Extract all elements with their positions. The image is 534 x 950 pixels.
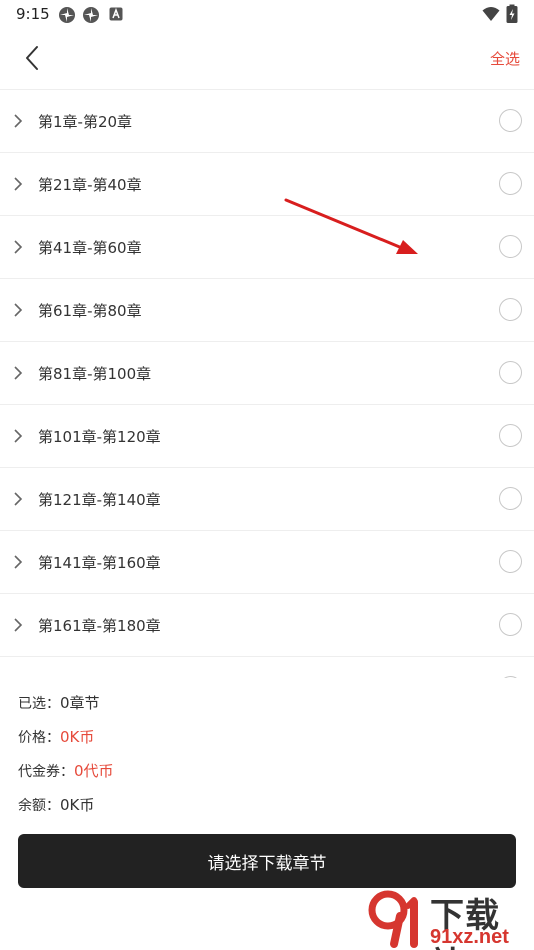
balance-value: 0K币 (60, 796, 95, 814)
chevron-right-icon (14, 177, 23, 191)
chapter-label: 第101章-第120章 (38, 428, 161, 446)
a-box-icon (109, 7, 123, 21)
price-value: 0K币 (60, 728, 95, 746)
chevron-left-icon (26, 46, 38, 70)
balance-label: 余额： (18, 798, 60, 814)
chapter-checkbox[interactable] (499, 172, 522, 195)
chapter-label: 第1章-第20章 (38, 113, 133, 131)
pinwheel-icon (59, 7, 75, 23)
price-label: 价格： (18, 730, 60, 746)
voucher-value: 0代币 (74, 762, 114, 780)
voucher-label: 代金券： (18, 764, 74, 780)
chapter-row[interactable]: 第41章-第60章 (0, 216, 534, 279)
price-line: 价格：0K币 (18, 726, 94, 747)
chapter-checkbox[interactable] (499, 235, 522, 258)
wifi-icon (482, 7, 500, 21)
chapter-label: 第81章-第100章 (38, 365, 152, 383)
chevron-right-icon (14, 618, 23, 632)
watermark-url: 91xz.net (430, 926, 509, 948)
chevron-right-icon (14, 303, 23, 317)
chapter-row[interactable]: 第21章-第40章 (0, 153, 534, 216)
back-button[interactable] (12, 40, 52, 76)
chapter-label: 第161章-第180章 (38, 617, 161, 635)
selected-count-value: 0章节 (60, 694, 100, 712)
selected-count-label: 已选： (18, 696, 60, 712)
chapter-row[interactable]: 第121章-第140章 (0, 468, 534, 531)
download-button[interactable]: 请选择下载章节 (18, 834, 516, 888)
battery-icon (506, 4, 518, 23)
chapter-label: 第121章-第140章 (38, 491, 161, 509)
chapter-label: 第41章-第60章 (38, 239, 142, 257)
chapter-checkbox[interactable] (499, 424, 522, 447)
chevron-right-icon (14, 492, 23, 506)
chapter-checkbox[interactable] (499, 487, 522, 510)
chapter-label: 第61章-第80章 (38, 302, 142, 320)
selected-count-line: 已选：0章节 (18, 692, 100, 713)
chapter-row[interactable]: 第1章-第20章 (0, 90, 534, 153)
pinwheel-icon (83, 7, 99, 23)
chapter-checkbox[interactable] (499, 361, 522, 384)
chevron-right-icon (14, 114, 23, 128)
chevron-right-icon (14, 555, 23, 569)
chapter-label: 第141章-第160章 (38, 554, 161, 572)
select-all-button[interactable]: 全选 (490, 48, 520, 69)
chapter-checkbox[interactable] (499, 676, 522, 678)
chapter-checkbox[interactable] (499, 109, 522, 132)
chapter-checkbox[interactable] (499, 298, 522, 321)
chapter-row[interactable]: 第61章-第80章 (0, 279, 534, 342)
chapter-checkbox[interactable] (499, 613, 522, 636)
top-bar: 全选 (0, 28, 534, 88)
status-bar: 9:15 (0, 0, 534, 28)
chapter-checkbox[interactable] (499, 550, 522, 573)
chapter-row[interactable] (0, 657, 534, 678)
chevron-right-icon (14, 366, 23, 380)
status-time: 9:15 (16, 5, 50, 23)
voucher-line: 代金券：0代币 (18, 760, 114, 781)
chapter-row[interactable]: 第81章-第100章 (0, 342, 534, 405)
watermark: 下载站 91xz.net (364, 888, 534, 950)
chapter-row[interactable]: 第161章-第180章 (0, 594, 534, 657)
chapter-row[interactable]: 第141章-第160章 (0, 531, 534, 594)
chevron-right-icon (14, 429, 23, 443)
chapter-list[interactable]: 第1章-第20章 第21章-第40章 第41章-第60章 第61章-第80章 第… (0, 89, 534, 678)
watermark-logo-icon (368, 890, 418, 948)
chevron-right-icon (14, 240, 23, 254)
chapter-row[interactable]: 第101章-第120章 (0, 405, 534, 468)
chapter-label: 第21章-第40章 (38, 176, 142, 194)
balance-line: 余额：0K币 (18, 794, 94, 815)
